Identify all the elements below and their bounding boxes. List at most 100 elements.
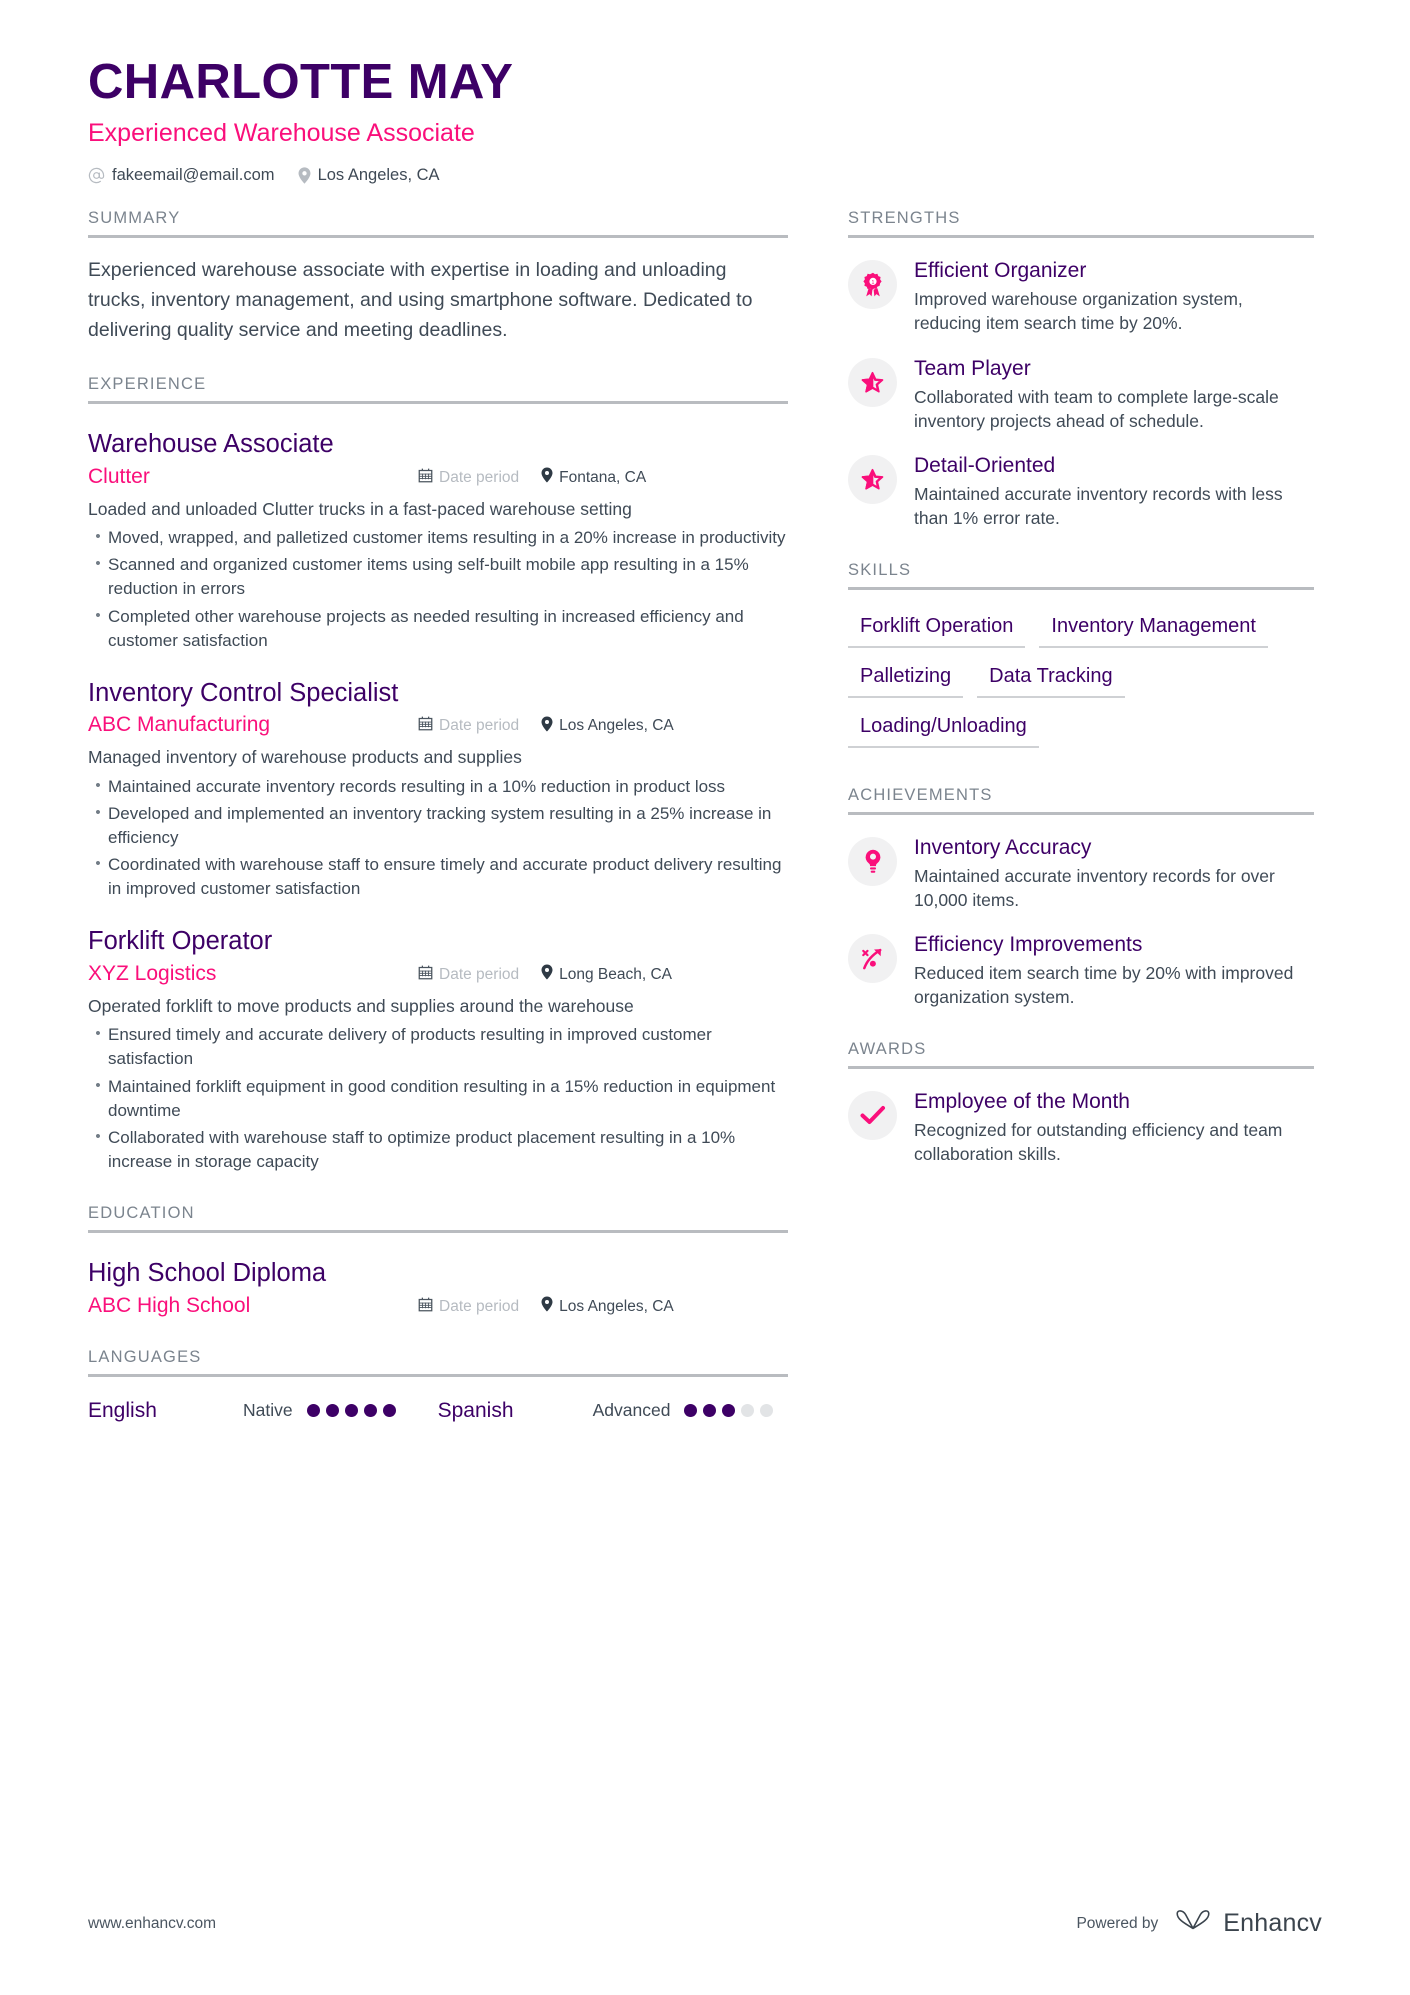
left-column: SUMMARY Experienced warehouse associate …	[88, 209, 788, 1423]
experience-bullets: • Moved, wrapped, and palletized customer…	[88, 526, 788, 653]
entry-location-text: Los Angeles, CA	[559, 717, 674, 735]
star-icon	[848, 357, 897, 407]
entry-location-text: Long Beach, CA	[559, 965, 673, 983]
section-divider	[88, 1373, 788, 1377]
bullet-text: Scanned and organized customer items usi…	[108, 555, 749, 599]
entry-location-text: Los Angeles, CA	[559, 1297, 674, 1315]
proficiency-dot	[306, 1404, 320, 1418]
bullet-dot-icon: •	[95, 776, 101, 794]
map-pin-icon	[541, 964, 553, 985]
skill-tag[interactable]: Loading/Unloading	[848, 706, 1039, 748]
language-name: Spanish	[437, 1398, 514, 1422]
entry-date-period: Date period	[418, 468, 519, 488]
section-heading-strengths: STRENGTHS	[848, 209, 961, 228]
awards-list: Employee of the Month Recognized for outs…	[848, 1089, 1314, 1166]
summary-text: Experienced warehouse associate with exp…	[88, 259, 753, 342]
entry-meta-right: Date period Fontana, CA	[418, 467, 646, 488]
section-languages: LANGUAGES English Native Spanish Advanced	[88, 1348, 788, 1423]
section-achievements: ACHIEVEMENTS Inventory Accuracy Maintaine…	[848, 786, 1314, 1010]
achievements-item-title: Inventory Accuracy	[914, 835, 1092, 859]
strengths-list: 1 Efficient Organizer Improved warehouse o…	[848, 258, 1314, 530]
bullet-dot-icon: •	[95, 528, 101, 546]
achievements-item: Inventory Accuracy Maintained accurate in…	[848, 835, 1314, 912]
entry-job-title: High School Diploma	[88, 1259, 327, 1288]
award-ribbon-icon: 1	[848, 260, 897, 310]
enhancv-brand[interactable]: Enhancv	[1174, 1908, 1322, 1939]
contact-email-text: fakeemail@email.com	[112, 166, 275, 185]
language-level: Native	[243, 1400, 293, 1421]
entry-job-title: Inventory Control Specialist	[88, 678, 399, 707]
bullet-item: • Moved, wrapped, and palletized customer…	[88, 526, 788, 550]
achievements-item-desc: Maintained accurate inventory records fo…	[914, 865, 1275, 910]
section-divider	[848, 586, 1314, 590]
skill-tag[interactable]: Palletizing	[848, 656, 964, 698]
language-proficiency-dots	[306, 1404, 396, 1418]
awards-item-title: Employee of the Month	[914, 1089, 1130, 1113]
bullet-dot-icon: •	[95, 1127, 101, 1145]
section-awards: AWARDS Employee of the Month Recognized f…	[848, 1040, 1314, 1166]
entry-lead-text: Loaded and unloaded Clutter trucks in a …	[88, 498, 632, 519]
entry-date-text: Date period	[439, 965, 520, 983]
language-item: English Native	[88, 1399, 396, 1423]
section-divider	[848, 235, 1314, 239]
achievements-item: Efficiency Improvements Reduced item sear…	[848, 932, 1314, 1009]
entry-date-text: Date period	[439, 717, 520, 735]
bullet-text: Coordinated with warehouse staff to ensu…	[108, 855, 782, 899]
awards-item-body: Employee of the Month Recognized for outs…	[914, 1089, 1314, 1166]
experience-entry: Warehouse Associate Clutter Date period Fon…	[88, 429, 788, 653]
bullet-text: Collaborated with warehouse staff to opt…	[108, 1127, 736, 1171]
entry-location: Los Angeles, CA	[541, 716, 674, 737]
enhancv-logo-icon	[1174, 1908, 1212, 1939]
language-level: Advanced	[592, 1400, 671, 1421]
education-entry: High School Diploma ABC High School Date p…	[88, 1258, 788, 1318]
skill-tag[interactable]: Data Tracking	[977, 656, 1125, 698]
language-proficiency-dots	[684, 1404, 774, 1418]
achievements-item-title: Efficiency Improvements	[914, 933, 1143, 957]
proficiency-dot	[760, 1404, 774, 1418]
entry-job-title: Forklift Operator	[88, 927, 273, 956]
calendar-icon	[418, 965, 433, 985]
strengths-item-desc: Collaborated with team to complete large…	[914, 386, 1279, 431]
entry-company-name: ABC High School	[88, 1293, 251, 1317]
bullet-dot-icon: •	[95, 1025, 101, 1043]
section-summary: SUMMARY Experienced warehouse associate …	[88, 209, 788, 345]
language-name: English	[88, 1398, 157, 1422]
strengths-item-body: Detail-Oriented Maintained accurate inven…	[914, 453, 1314, 530]
entry-location-text: Fontana, CA	[559, 468, 647, 486]
at-sign-icon	[88, 167, 105, 184]
experience-bullets: • Maintained accurate inventory records r…	[88, 775, 788, 902]
bullet-text: Moved, wrapped, and palletized customer …	[108, 528, 786, 548]
footer-website-link[interactable]: www.enhancv.com	[88, 1915, 216, 1933]
skill-tag[interactable]: Inventory Management	[1039, 606, 1268, 648]
skill-tag[interactable]: Forklift Operation	[848, 606, 1026, 648]
proficiency-dot	[722, 1404, 736, 1418]
entry-meta-row: XYZ Logistics Date period Long Beach, CA	[88, 962, 788, 986]
proficiency-dot	[325, 1404, 339, 1418]
entry-location: Long Beach, CA	[541, 964, 672, 985]
map-pin-icon	[541, 1296, 553, 1317]
right-column: STRENGTHS 1 Efficient Organizer Improved w…	[848, 209, 1314, 1166]
section-education: EDUCATION High School Diploma ABC High Sc…	[88, 1204, 788, 1318]
growth-arrow-icon	[848, 934, 897, 984]
entry-company-name: Clutter	[88, 464, 150, 488]
section-divider	[88, 401, 788, 405]
entry-location: Los Angeles, CA	[541, 1296, 674, 1317]
achievements-list: Inventory Accuracy Maintained accurate in…	[848, 835, 1314, 1010]
entry-meta-row: ABC Manufacturing Date period Los Angeles,…	[88, 713, 788, 737]
awards-item: Employee of the Month Recognized for outs…	[848, 1089, 1314, 1166]
section-heading-awards: AWARDS	[848, 1039, 927, 1058]
strengths-item-title: Team Player	[914, 356, 1031, 380]
proficiency-dot	[382, 1404, 396, 1418]
section-divider	[88, 235, 788, 239]
bullet-text: Maintained accurate inventory records re…	[108, 776, 726, 796]
contact-email[interactable]: fakeemail@email.com	[88, 166, 275, 185]
proficiency-dot	[684, 1404, 698, 1418]
footer-branding: Powered by Enhancv	[1076, 1908, 1322, 1939]
body-columns: SUMMARY Experienced warehouse associate …	[0, 209, 1410, 1423]
entry-meta-row: ABC High School Date period Los Angeles, C…	[88, 1294, 788, 1318]
experience-bullets: • Ensured timely and accurate delivery of…	[88, 1023, 788, 1174]
bullet-dot-icon: •	[95, 555, 101, 573]
section-heading-languages: LANGUAGES	[88, 1347, 202, 1366]
resume-header: CHARLOTTE MAY Experienced Warehouse Asso…	[0, 0, 1410, 185]
achievements-item-body: Efficiency Improvements Reduced item sear…	[914, 932, 1314, 1009]
